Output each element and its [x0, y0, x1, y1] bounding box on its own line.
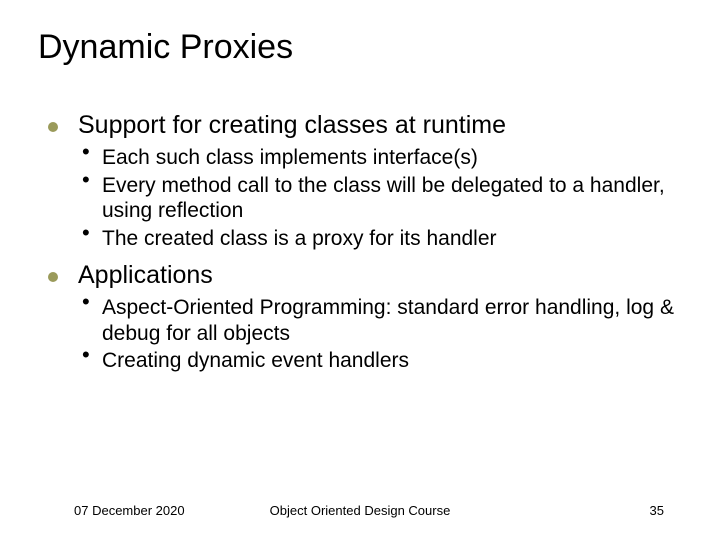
bullet-level2: Aspect-Oriented Programming: standard er… — [48, 295, 690, 346]
footer-center: Object Oriented Design Course — [0, 503, 720, 518]
slide: Dynamic Proxies Support for creating cla… — [0, 0, 720, 540]
bullet-level2: Each such class implements interface(s) — [48, 145, 690, 171]
slide-body: Support for creating classes at runtime … — [48, 110, 690, 382]
bullet-text: Support for creating classes at runtime — [78, 111, 506, 139]
sublist: Each such class implements interface(s) … — [48, 145, 690, 251]
bullet-level2: The created class is a proxy for its han… — [48, 226, 690, 252]
bullet-level2: Every method call to the class will be d… — [48, 173, 690, 224]
bullet-level1: Support for creating classes at runtime — [48, 110, 690, 141]
bullet-level2: Creating dynamic event handlers — [48, 348, 690, 374]
sublist: Aspect-Oriented Programming: standard er… — [48, 295, 690, 374]
bullet-level1: Applications — [48, 260, 690, 291]
bullet-text: Applications — [78, 261, 213, 289]
footer-page-number: 35 — [650, 503, 664, 518]
slide-title: Dynamic Proxies — [38, 28, 293, 67]
